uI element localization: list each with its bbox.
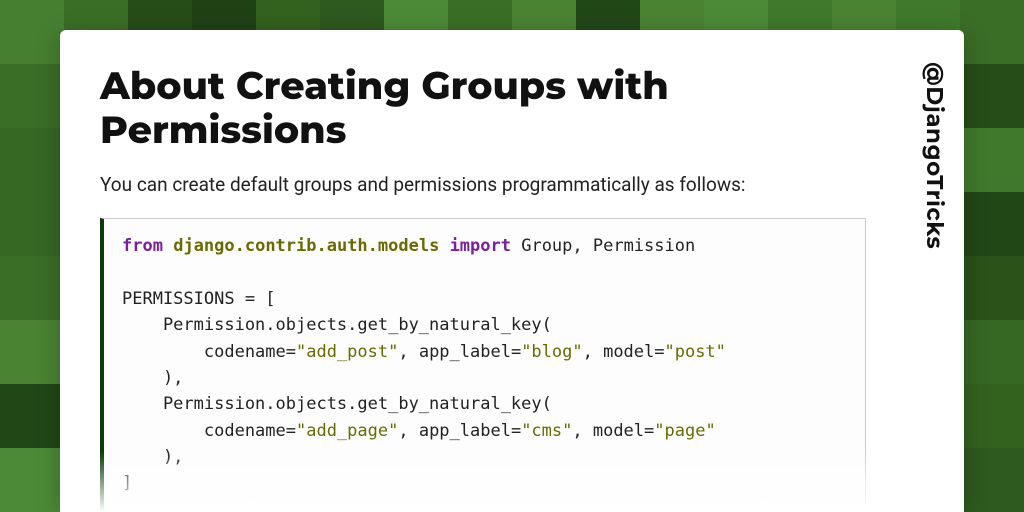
- content-area: About Creating Groups with Permissions Y…: [60, 30, 906, 512]
- page-title: About Creating Groups with Permissions: [100, 64, 820, 151]
- bottom-fade: [60, 452, 964, 512]
- card: About Creating Groups with Permissions Y…: [60, 30, 964, 512]
- author-handle: @DjangoTricks: [921, 62, 949, 249]
- intro-text: You can create default groups and permis…: [100, 173, 866, 196]
- sidebar: @DjangoTricks: [906, 30, 964, 512]
